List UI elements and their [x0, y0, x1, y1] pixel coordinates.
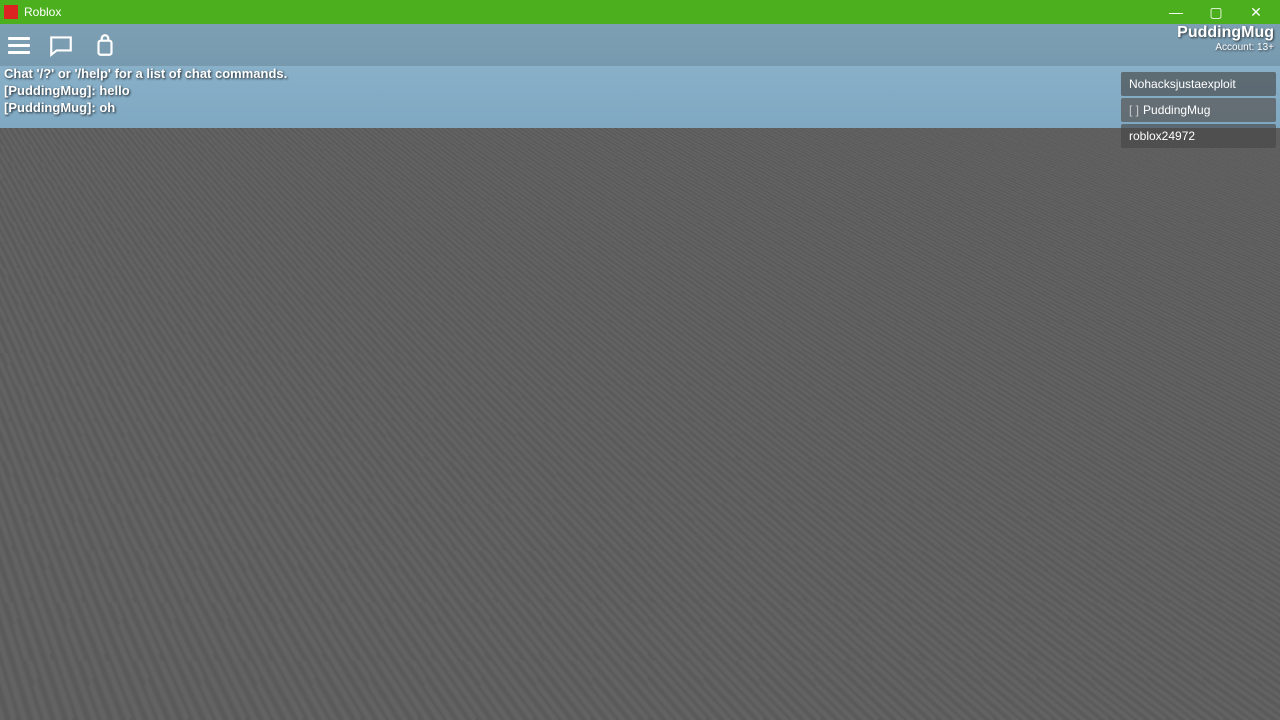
player-list-item[interactable]: [ ] PuddingMug — [1121, 98, 1276, 122]
hack-button-grid: Hatspin Annoy Creeper Naked Rape Drop Ha… — [197, 330, 657, 526]
debug-console-window[interactable]: Cyber v2 Debug Log Authenticating... Sca… — [766, 378, 1280, 684]
creeper-button[interactable]: Creeper — [509, 336, 641, 380]
chat-hint: Chat '/?' or '/help' for a list of chat … — [4, 66, 287, 81]
target-player-input[interactable]: PuddingMug — [225, 266, 629, 312]
hack-gui-panel[interactable]: FE Hax 1337 PuddingMug Hatspin Annoy Cre… — [192, 196, 662, 560]
chat-message: [PuddingMug]: oh — [4, 100, 287, 115]
player-name: PuddingMug — [1177, 24, 1274, 42]
player-list-item[interactable]: Nohacksjustaexploit — [1121, 72, 1276, 96]
bracket-icon: [ ] — [1129, 103, 1139, 117]
hack-credits-label: Credits : Stick_Smart, iVerzide and Cook… — [197, 526, 657, 555]
player-list-item[interactable]: roblox24972 — [1121, 124, 1276, 148]
hack-panel-title: FE Hax 1337 — [197, 201, 657, 248]
chat-log: Chat '/?' or '/help' for a list of chat … — [4, 66, 287, 117]
player-info: PuddingMug Account: 13+ — [1177, 24, 1274, 53]
window-title-bar: Roblox — ▢ ✕ — [0, 0, 1280, 24]
noclip-button[interactable]: Noclip — [509, 468, 641, 512]
debug-logo-icon — [774, 382, 786, 394]
rape-button[interactable]: Rape — [361, 402, 493, 446]
chat-icon[interactable] — [48, 32, 74, 58]
player-list: Nohacksjustaexploit [ ] PuddingMug roblo… — [1121, 72, 1276, 150]
hotbar: 1 — [618, 670, 662, 714]
fly-button[interactable]: Fly — [361, 468, 493, 512]
hotbar-slot-1[interactable]: 1 — [618, 670, 662, 714]
maximize-button[interactable]: ▢ — [1196, 0, 1236, 24]
debug-window-title: Cyber v2 Debug Log — [774, 381, 902, 395]
top-toolbar — [0, 24, 1280, 66]
drophats-button[interactable]: Drop Hats — [509, 402, 641, 446]
annoy-button[interactable]: Annoy — [361, 336, 493, 380]
close-button[interactable]: ✕ — [1236, 0, 1276, 24]
roblox-logo-icon — [4, 5, 18, 19]
hotbar-tool-icon — [626, 682, 654, 702]
backpack-icon[interactable] — [92, 32, 118, 58]
hotbar-slot-number: 1 — [622, 672, 628, 683]
player-avatar — [0, 210, 80, 390]
naked-button[interactable]: Naked — [213, 402, 345, 446]
window-title: Roblox — [24, 5, 61, 19]
gameruiner-button[interactable]: GameRuiner — [213, 468, 345, 512]
hatspin-button[interactable]: Hatspin — [213, 336, 345, 380]
player-age: Account: 13+ — [1177, 42, 1274, 53]
debug-log-output: Authenticating... Scanning... Ready, to … — [766, 404, 1280, 684]
minimize-button[interactable]: — — [1156, 0, 1196, 24]
chat-message: [PuddingMug]: hello — [4, 83, 287, 98]
menu-icon[interactable] — [8, 37, 30, 54]
